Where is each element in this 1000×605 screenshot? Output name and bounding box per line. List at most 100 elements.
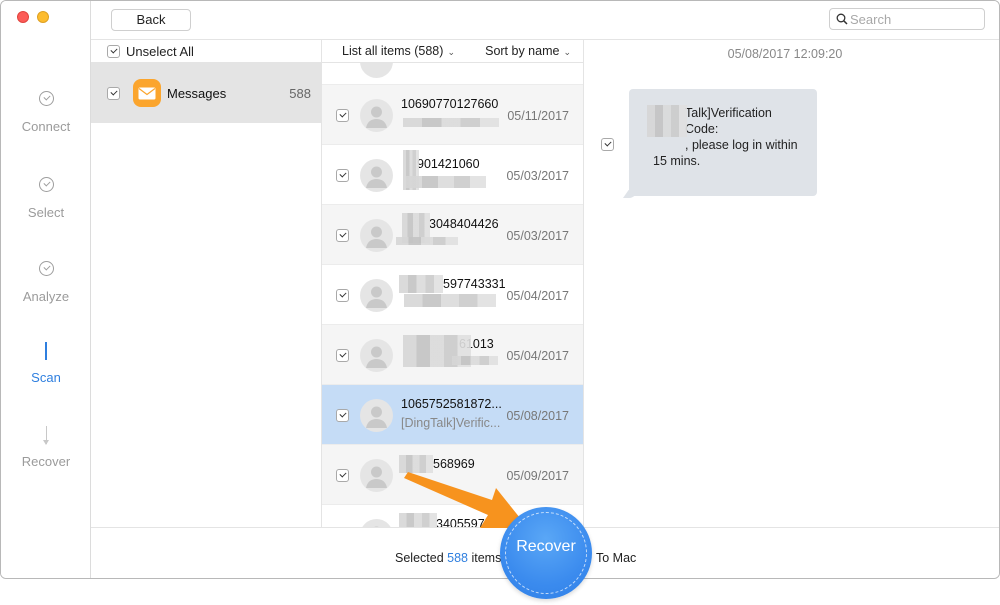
chevron-down-icon: ⌄ <box>563 47 571 57</box>
category-messages[interactable]: Messages 588 <box>91 63 321 123</box>
blurred-number <box>399 275 443 293</box>
step-connect: Connect <box>1 91 91 134</box>
unselect-all-label: Unselect All <box>126 43 194 59</box>
app-window: Connect Select Analyze Scan Recover Back <box>0 0 1000 579</box>
row-checkbox[interactable] <box>336 409 349 422</box>
step-label: Recover <box>21 454 71 469</box>
row-preview: [DingTalk]Verific... <box>401 416 501 430</box>
unselect-all-checkbox[interactable] <box>107 44 120 58</box>
list-item[interactable]: 568969 05/09/2017 <box>322 445 583 505</box>
row-number: 568969 <box>433 457 475 471</box>
progress-line-icon <box>45 342 47 360</box>
row-date: 05/11/2017 <box>507 109 569 123</box>
search-input[interactable] <box>850 11 980 27</box>
message-detail: 05/08/2017 12:09:20 Talk]Verification Co… <box>585 40 999 527</box>
message-line: 15 mins. <box>653 154 701 168</box>
step-label: Analyze <box>22 289 70 304</box>
row-checkbox[interactable] <box>336 109 349 122</box>
minimize-window-button[interactable] <box>37 11 49 23</box>
selected-suffix: items <box>471 551 502 565</box>
avatar <box>360 519 393 527</box>
window-controls <box>17 11 49 23</box>
step-label: Select <box>27 205 65 220</box>
list-item[interactable]: 3048404426 05/03/2017 <box>322 205 583 265</box>
step-select: Select <box>1 177 91 220</box>
blurred-preview <box>452 356 498 365</box>
list-item[interactable]: 10690770127660 05/11/2017 <box>322 85 583 145</box>
row-date: 05/04/2017 <box>506 289 569 303</box>
recover-label: Recover <box>516 538 576 555</box>
message-list: List all items (588) ⌄ Sort by name ⌄ 1069… <box>322 40 584 527</box>
back-button[interactable]: Back <box>111 9 191 31</box>
message-checkbox[interactable] <box>601 138 614 151</box>
row-number: 901421060 <box>417 157 480 171</box>
avatar <box>360 159 393 192</box>
message-timestamp: 05/08/2017 12:09:20 <box>727 47 843 61</box>
sort-dropdown[interactable]: Sort by name ⌄ <box>485 44 571 58</box>
list-rows: 10690770127660 05/11/2017 901421060 05/0… <box>322 45 583 527</box>
destination-label: To Mac <box>596 551 637 565</box>
category-count: 588 <box>289 85 311 101</box>
avatar <box>360 99 393 132</box>
avatar <box>360 339 393 372</box>
row-checkbox[interactable] <box>336 349 349 362</box>
category-checkbox[interactable] <box>107 86 120 100</box>
row-checkbox[interactable] <box>336 469 349 482</box>
message-line: , please log in within <box>685 138 798 152</box>
toolbar: Back <box>91 1 999 40</box>
check-circle-icon <box>38 177 54 192</box>
list-header: List all items (588) ⌄ Sort by name ⌄ <box>322 40 583 63</box>
list-item-partial[interactable] <box>322 45 583 85</box>
selected-prefix: Selected <box>395 551 444 565</box>
search-icon <box>836 13 848 25</box>
row-checkbox[interactable] <box>336 289 349 302</box>
selected-count: 588 <box>447 551 468 565</box>
row-date: 05/04/2017 <box>506 349 569 363</box>
blurred-preview <box>396 237 458 245</box>
close-window-button[interactable] <box>17 11 29 23</box>
row-checkbox[interactable] <box>336 169 349 182</box>
avatar <box>360 399 393 432</box>
search-box[interactable] <box>829 8 985 30</box>
list-filter-label: List all items (588) <box>342 44 444 58</box>
list-item-selected[interactable]: 1065752581872... [DingTalk]Verific... 05… <box>322 385 583 445</box>
chevron-down-icon: ⌄ <box>447 47 455 57</box>
category-panel: Unselect All Messages 588 <box>91 40 322 527</box>
row-number: 10690770127660 <box>401 97 499 111</box>
blurred-number <box>399 513 437 527</box>
blurred-number <box>399 455 433 473</box>
step-scan: Scan <box>1 342 91 385</box>
selected-summary: Selected 588 items <box>395 551 501 565</box>
category-name: Messages <box>167 85 227 101</box>
arrow-down-icon <box>42 426 49 445</box>
row-date: 05/09/2017 <box>506 469 569 483</box>
row-checkbox[interactable] <box>336 229 349 242</box>
message-bubble: Talk]Verification Code: , please log in … <box>629 89 817 196</box>
blurred-preview <box>403 118 499 127</box>
step-analyze: Analyze <box>1 261 91 304</box>
list-item[interactable]: 597743331 05/04/2017 <box>322 265 583 325</box>
sort-label: Sort by name <box>485 44 560 58</box>
recover-button[interactable]: Recover <box>500 507 592 599</box>
unselect-all-row[interactable]: Unselect All <box>91 40 321 63</box>
step-recover: Recover <box>1 426 91 469</box>
avatar <box>360 459 393 492</box>
step-label: Scan <box>31 370 61 385</box>
list-filter-dropdown[interactable]: List all items (588) ⌄ <box>342 44 455 58</box>
blurred-text <box>647 105 687 137</box>
step-label: Connect <box>21 119 71 134</box>
row-date: 05/03/2017 <box>506 229 569 243</box>
envelope-icon <box>133 79 161 107</box>
row-date: 05/03/2017 <box>506 169 569 183</box>
check-circle-icon <box>38 261 54 276</box>
row-date: 05/08/2017 <box>506 409 569 423</box>
avatar <box>360 219 393 252</box>
blurred-preview <box>406 176 486 188</box>
row-number: 597743331 <box>443 277 506 291</box>
blurred-preview <box>404 294 496 307</box>
list-item[interactable]: 901421060 05/03/2017 <box>322 145 583 205</box>
list-item[interactable]: 61013 05/04/2017 <box>322 325 583 385</box>
row-number: 3405597... <box>436 517 496 527</box>
row-number: 1065752581872... <box>401 397 502 411</box>
row-number: 3048404426 <box>429 217 499 231</box>
